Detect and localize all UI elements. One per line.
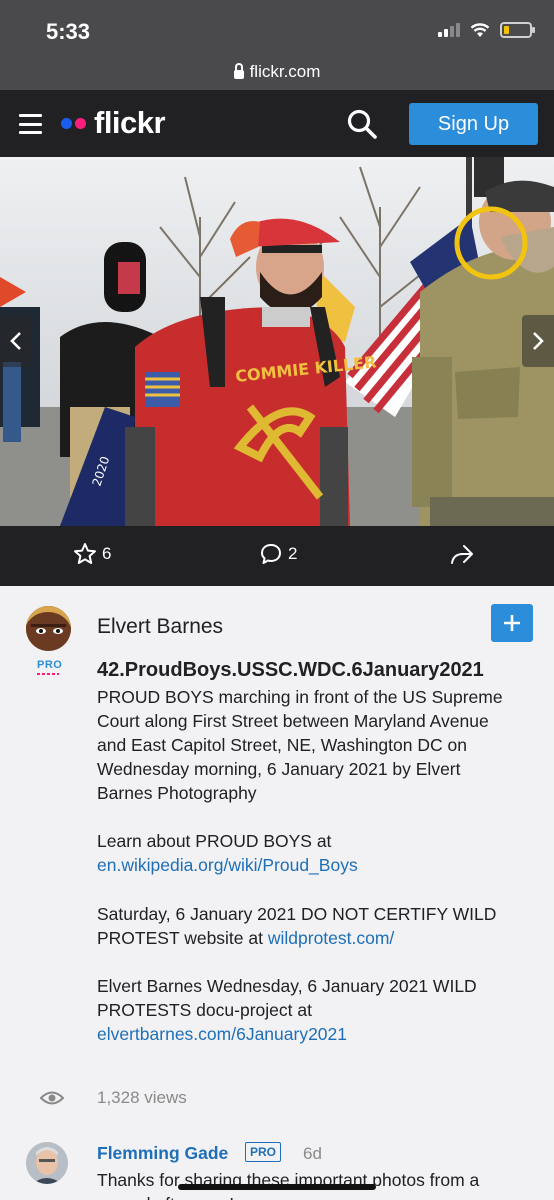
comment-age: 6d xyxy=(303,1144,322,1163)
wikipedia-link[interactable]: en.wikipedia.org/wiki/Proud_Boys xyxy=(97,855,358,875)
owner-avatar[interactable] xyxy=(26,606,71,651)
protest-photo-illustration: 2020 COMMIE KILLER xyxy=(0,157,554,526)
home-indicator[interactable] xyxy=(178,1184,376,1190)
menu-icon[interactable] xyxy=(19,114,42,134)
main-photo[interactable]: 2020 COMMIE KILLER xyxy=(0,157,554,526)
plus-icon xyxy=(504,615,520,631)
logo-text: flickr xyxy=(94,105,166,140)
description-p4-text: Elvert Barnes Wednesday, 6 January 2021 … xyxy=(97,976,477,1020)
logo-pink-dot xyxy=(75,117,86,129)
lock-icon xyxy=(233,62,244,79)
site-header: flickr Sign Up xyxy=(0,90,554,157)
star-icon xyxy=(74,543,96,564)
chevron-left-icon xyxy=(10,332,21,350)
owner-name[interactable]: Elvert Barnes xyxy=(97,615,223,639)
wildprotest-link[interactable]: wildprotest.com/ xyxy=(268,928,394,948)
description-paragraph-2: Learn about PROUD BOYS at en.wikipedia.o… xyxy=(97,829,517,877)
battery-icon xyxy=(500,22,535,38)
eye-icon xyxy=(40,1091,64,1105)
favorite-count: 6 xyxy=(102,544,112,563)
wifi-icon xyxy=(470,22,490,37)
favorite-button[interactable]: 6 xyxy=(73,542,111,566)
cell-signal-icon xyxy=(438,23,460,37)
status-icons xyxy=(438,22,535,38)
flickr-logo[interactable]: flickr xyxy=(61,105,166,141)
photo-details: PRO Elvert Barnes 42.ProudBoys.USSC.WDC.… xyxy=(0,586,554,1200)
description-paragraph-4: Elvert Barnes Wednesday, 6 January 2021 … xyxy=(97,974,517,1046)
elvertbarnes-link[interactable]: elvertbarnes.com/6January2021 xyxy=(97,1024,347,1044)
comment-button[interactable]: 2 xyxy=(259,542,297,566)
commenter-pro-badge: PRO xyxy=(245,1142,282,1162)
view-count: 1,328 views xyxy=(97,1088,187,1107)
commenter-name[interactable]: Flemming Gade xyxy=(97,1143,228,1164)
description-paragraph-1: PROUD BOYS marching in front of the US S… xyxy=(97,687,503,803)
previous-photo-button[interactable] xyxy=(0,315,32,367)
owner-pro-badge: PRO xyxy=(37,659,62,675)
comment-bubble-icon xyxy=(261,544,281,564)
sign-up-button[interactable]: Sign Up xyxy=(409,103,538,145)
description-p2-text: Learn about PROUD BOYS at xyxy=(97,831,332,851)
share-button[interactable] xyxy=(450,542,474,566)
search-icon[interactable] xyxy=(346,108,378,140)
comment-count: 2 xyxy=(288,544,298,563)
logo-blue-dot xyxy=(61,117,72,129)
url-text: flickr.com xyxy=(249,62,321,81)
next-photo-button[interactable] xyxy=(522,315,554,367)
status-bar: 5:33 xyxy=(0,0,554,54)
commenter-avatar[interactable] xyxy=(26,1142,68,1184)
views-row: 1,328 views xyxy=(40,1088,187,1107)
photo-title: 42.ProudBoys.USSC.WDC.6January2021 xyxy=(97,659,484,681)
follow-button[interactable] xyxy=(491,604,533,642)
photo-action-bar: 6 2 xyxy=(0,526,554,586)
address-bar[interactable]: flickr.com xyxy=(0,54,554,90)
chevron-right-icon xyxy=(533,332,544,350)
description-paragraph-3: Saturday, 6 January 2021 DO NOT CERTIFY … xyxy=(97,902,517,950)
commenter-avatar-image xyxy=(26,1142,68,1184)
status-time: 5:33 xyxy=(46,19,91,44)
owner-avatar-image xyxy=(26,606,71,651)
share-arrow-icon xyxy=(451,545,473,564)
